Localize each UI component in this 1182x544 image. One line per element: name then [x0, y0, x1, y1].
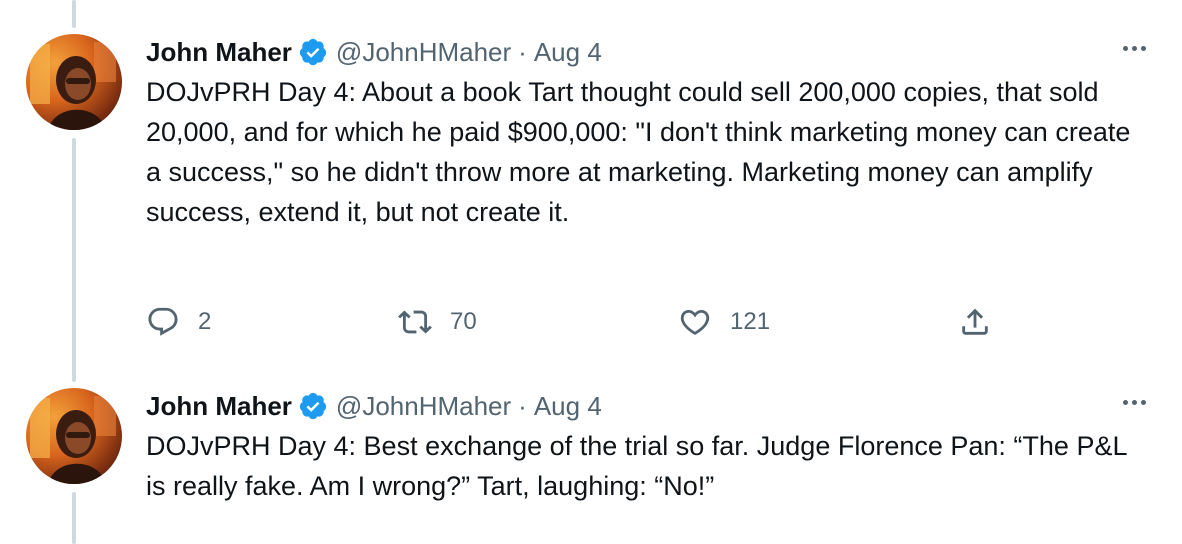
verified-badge-icon: [298, 37, 328, 67]
avatar[interactable]: [26, 388, 122, 484]
more-options-icon[interactable]: [1117, 394, 1152, 411]
author-name[interactable]: John Maher: [146, 391, 292, 422]
separator-dot: ·: [518, 36, 527, 67]
tweet-text: DOJvPRH Day 4: About a book Tart thought…: [146, 77, 1138, 227]
separator-dot: ·: [518, 390, 527, 421]
tweet-date[interactable]: Aug 4: [534, 391, 602, 422]
verified-badge-icon: [298, 391, 328, 421]
like-button[interactable]: 121: [678, 302, 770, 342]
like-count: 121: [730, 308, 771, 335]
tweet-date[interactable]: Aug 4: [534, 37, 602, 68]
retweet-button[interactable]: 70: [398, 302, 477, 342]
share-button[interactable]: [958, 302, 992, 342]
author-handle[interactable]: @JohnHMaher: [336, 391, 511, 422]
tweet[interactable]: John Maher @JohnHMaher · Aug 4 DOJvPRH D…: [0, 380, 1182, 544]
reply-button[interactable]: 2: [146, 302, 211, 342]
author-handle[interactable]: @JohnHMaher: [336, 37, 511, 68]
like-icon: [678, 305, 712, 339]
more-options-icon[interactable]: [1117, 40, 1152, 57]
reply-icon: [146, 305, 180, 339]
reply-count: 2: [198, 308, 212, 335]
share-icon: [958, 305, 992, 339]
avatar[interactable]: [26, 34, 122, 130]
tweet-actions: 2 70 121: [146, 302, 1006, 342]
tweet-text: DOJvPRH Day 4: Best exchange of the tria…: [146, 431, 1134, 501]
tweet-header: John Maher @JohnHMaher · Aug 4: [146, 34, 1152, 70]
tweet-header: John Maher @JohnHMaher · Aug 4: [146, 388, 1152, 424]
retweet-icon: [398, 305, 432, 339]
author-name[interactable]: John Maher: [146, 37, 292, 68]
tweet[interactable]: John Maher @JohnHMaher · Aug 4 DOJvPRH D…: [0, 0, 1182, 380]
retweet-count: 70: [450, 308, 477, 335]
